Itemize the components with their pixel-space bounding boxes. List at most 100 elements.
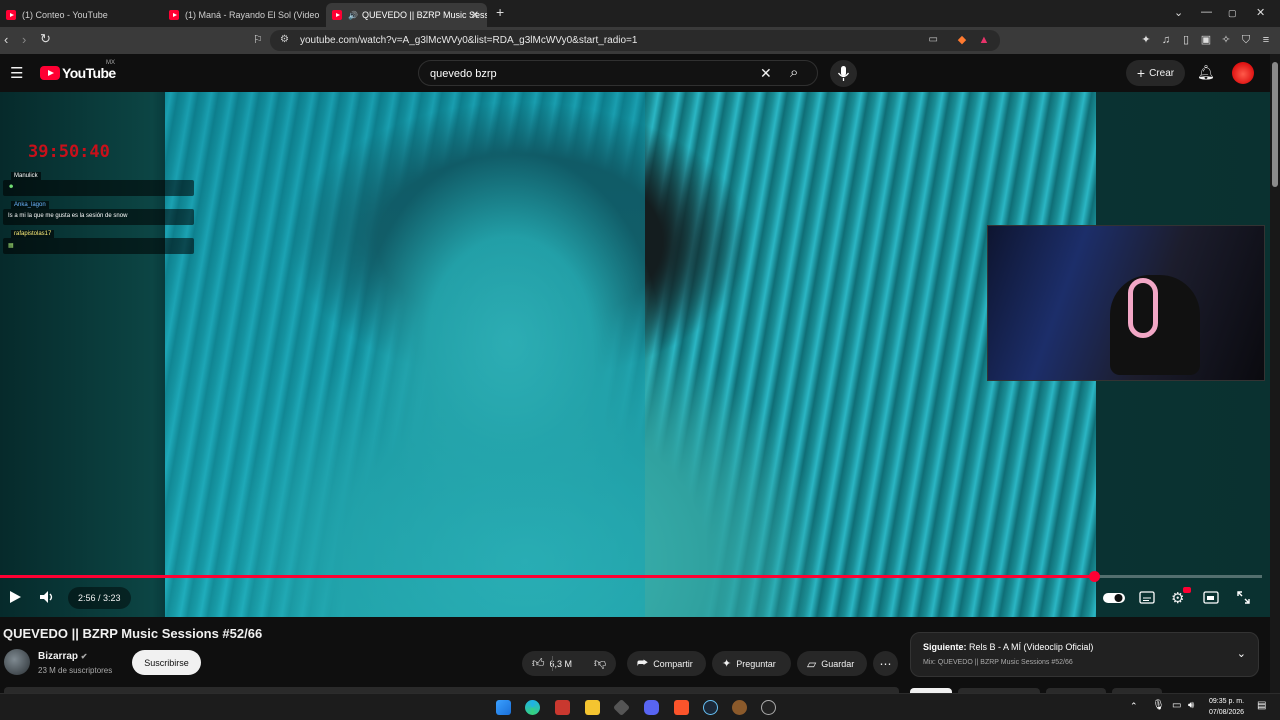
hamburger-menu-icon[interactable]: ☰ [10, 64, 23, 82]
ask-button[interactable]: ✦ Preguntar [712, 651, 791, 676]
sidebar-icon[interactable]: ▯ [1180, 34, 1192, 46]
youtube-play-icon [40, 66, 60, 80]
youtube-favicon-icon [332, 10, 342, 20]
music-icon[interactable]: ♫ [1160, 34, 1172, 46]
save-label: Guardar [821, 658, 855, 669]
wallet-icon[interactable]: ▣ [1200, 34, 1212, 46]
windows-start-icon[interactable] [496, 700, 511, 715]
tab-close-icon[interactable]: ✕ [471, 10, 479, 21]
menu-icon[interactable]: ≡ [1260, 34, 1272, 46]
autoplay-toggle-icon[interactable] [1103, 592, 1125, 604]
play-icon[interactable] [8, 590, 22, 604]
scrollbar-thumb[interactable] [1272, 62, 1278, 187]
leo-icon[interactable]: ✧ [1220, 34, 1232, 46]
dislike-icon[interactable]: 👎︎ [594, 656, 606, 671]
bookmark-icon[interactable]: ⚐ [253, 33, 263, 46]
voice-search-button[interactable] [830, 60, 857, 87]
up-next-card[interactable]: Siguiente: Rels B - A MÍ (Videoclip Ofic… [910, 632, 1259, 677]
create-button[interactable]: + Crear [1126, 60, 1185, 86]
share-label: Compartir [653, 658, 693, 669]
like-icon[interactable]: 👍︎ [532, 656, 545, 671]
account-avatar[interactable] [1232, 62, 1254, 84]
fullscreen-icon[interactable] [1236, 590, 1251, 605]
browser-address-bar: ‹ › ↻ ⚐ ⚙ youtube.com/watch?v=A_g3lMcWVy… [0, 27, 1280, 54]
plus-icon: + [1136, 65, 1146, 81]
chat-message: Anka_lagon Is a mi la que me gusta es la… [3, 201, 194, 225]
cast-icon[interactable]: ▭ [929, 34, 938, 45]
volume-icon[interactable] [39, 590, 55, 604]
back-icon[interactable]: ‹ [4, 32, 8, 47]
more-dots-icon: ⋯ [879, 656, 892, 671]
tab-conteo[interactable]: (1) Conteo - YouTube [0, 3, 160, 27]
minimize-button[interactable]: — [1201, 6, 1212, 18]
video-frame [165, 92, 1096, 617]
chat-message: Manulick ☻ [3, 172, 194, 196]
save-button[interactable]: ▱ Guardar [797, 651, 867, 676]
vpn-icon[interactable]: ⛉ [1240, 34, 1252, 46]
tab-list-icon[interactable]: ⌄ [1174, 6, 1183, 19]
cookie-app-icon[interactable] [732, 700, 747, 715]
taskbar-date[interactable]: 07/08/2026 [1209, 709, 1244, 716]
tab-label: QUEVEDO || BZRP Music Sess [361, 10, 487, 20]
search-icon[interactable]: ⌕ [790, 64, 798, 81]
subscribe-button[interactable]: Suscribirse [132, 650, 201, 675]
like-divider [552, 656, 553, 671]
steam-icon[interactable] [703, 700, 718, 715]
tab-label: (1) Maná - Rayando El Sol (Video Ofi [185, 10, 321, 20]
youtube-logo[interactable]: YouTube MX [40, 60, 116, 81]
taskbar-time[interactable]: 09:35 p. m. [1209, 698, 1244, 705]
brave-icon[interactable] [674, 700, 689, 715]
chrome-icon[interactable] [761, 700, 776, 715]
time-text: 2:56 / 3:23 [78, 593, 121, 603]
reload-icon[interactable]: ↻ [40, 31, 51, 47]
brave-rewards-icon[interactable]: ▲ [978, 34, 990, 46]
search-input[interactable]: quevedo bzrp [430, 68, 497, 80]
tab-mana[interactable]: (1) Maná - Rayando El Sol (Video Ofi [163, 3, 321, 27]
extensions-icon[interactable]: ✦ [1140, 34, 1152, 46]
tray-mic-icon[interactable]: 🎙︎ [1152, 700, 1165, 711]
chevron-down-icon[interactable]: ⌄ [1237, 647, 1246, 660]
emote-icon: ▦ [8, 243, 14, 249]
tray-volume-icon[interactable]: 🔊︎ [1188, 700, 1194, 711]
progress-scrubber[interactable] [1089, 571, 1101, 582]
progress-fill [0, 575, 1095, 578]
maximize-button[interactable]: ▢ [1228, 8, 1237, 19]
ask-label: Preguntar [736, 658, 776, 669]
youtube-header: ☰ YouTube MX quevedo bzrp ✕ ⌕ + Crear 🔔︎ [0, 54, 1280, 92]
youtube-favicon-icon [6, 10, 16, 20]
file-explorer-icon[interactable] [585, 700, 600, 715]
url-field[interactable]: ⚙ youtube.com/watch?v=A_g3lMcWVy0&list=R… [270, 30, 1000, 51]
page-scrollbar[interactable] [1270, 54, 1280, 693]
close-window-button[interactable]: ✕ [1256, 6, 1265, 19]
media-app-icon[interactable] [555, 700, 570, 715]
search-box[interactable]: quevedo bzrp ✕ ⌕ [418, 60, 818, 86]
share-button[interactable]: ⮫ Compartir [627, 651, 706, 676]
obs-icon[interactable] [613, 699, 630, 716]
brave-shield-icon[interactable]: ◆ [956, 34, 968, 46]
channel-name-text: Bizarrap [38, 651, 79, 662]
speaker-icon: 🔊 [348, 10, 358, 20]
channel-avatar[interactable] [4, 649, 30, 675]
tray-notification-icon[interactable]: ▤ [1257, 700, 1266, 711]
progress-bar[interactable] [0, 571, 1262, 582]
save-playlist-icon: ▱ [807, 656, 817, 671]
forward-icon[interactable]: › [22, 32, 26, 47]
tray-chevron-up-icon[interactable]: ⌃ [1130, 701, 1138, 712]
tray-network-icon[interactable]: ▭ [1172, 700, 1181, 711]
site-info-icon[interactable]: ⚙ [280, 34, 289, 45]
more-actions-button[interactable]: ⋯ [873, 651, 898, 676]
emote-icon: ☻ [8, 184, 15, 190]
channel-name[interactable]: Bizarrap ✔ [38, 651, 88, 662]
edge-icon[interactable] [525, 700, 540, 715]
miniplayer-icon[interactable] [1203, 591, 1219, 605]
subtitles-icon[interactable] [1139, 591, 1155, 605]
chat-username: Manulick [11, 172, 41, 180]
discord-icon[interactable] [644, 700, 659, 715]
subscriber-count: 23 M de suscriptores [38, 666, 113, 675]
chat-text: Is a mi la que me gusta es la sesión de … [8, 213, 128, 219]
new-tab-button[interactable]: + [496, 4, 504, 20]
url-text: youtube.com/watch?v=A_g3lMcWVy0&list=RDA… [300, 35, 638, 46]
clear-search-icon[interactable]: ✕ [760, 65, 772, 82]
notifications-bell-icon[interactable]: 🔔︎ [1197, 64, 1215, 81]
tab-quevedo[interactable]: 🔊 QUEVEDO || BZRP Music Sess ✕ [326, 3, 487, 27]
